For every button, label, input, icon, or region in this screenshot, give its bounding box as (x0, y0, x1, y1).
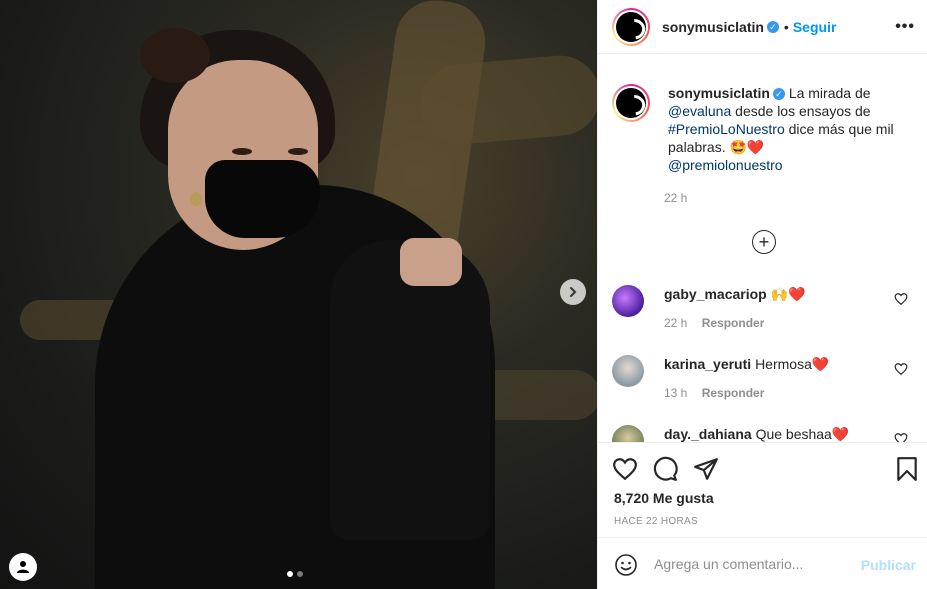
caption-mid: desde los ensayos de (735, 103, 871, 119)
caption-avatar[interactable] (612, 84, 650, 122)
like-heart-icon[interactable] (612, 456, 638, 482)
carousel-indicator (287, 571, 303, 577)
comment-username[interactable]: day._dahiana (664, 426, 752, 442)
comment-username[interactable]: karina_yeruti (664, 356, 751, 372)
carousel-dot-active (287, 571, 293, 577)
verified-badge-icon: ✓ (766, 20, 779, 33)
like-comment-heart-icon[interactable] (894, 432, 908, 442)
save-bookmark-icon[interactable] (894, 456, 920, 482)
mention-link[interactable]: @evaluna (668, 103, 731, 119)
plus-circle-icon: + (758, 232, 770, 252)
load-more-comments-button[interactable]: + (752, 230, 776, 254)
user-icon (17, 561, 29, 573)
comment-text: 🙌❤️ (770, 286, 806, 302)
comment-time[interactable]: 13 h (664, 386, 687, 400)
comment-bubble-icon[interactable] (652, 456, 678, 482)
post-actions: 8,720 Me gusta HACE 22 HORAS (598, 442, 927, 537)
tagged-users-button[interactable] (9, 553, 37, 581)
comment-input[interactable] (654, 553, 854, 575)
comment-username[interactable]: gaby_macariop (664, 286, 767, 302)
caption-time[interactable]: 22 h (664, 191, 687, 205)
sony-logo-icon (616, 88, 646, 118)
caption-username[interactable]: sonymusiclatin (668, 85, 770, 101)
comment-item: gaby_macariop 🙌❤️ 22 h Responder (612, 285, 922, 335)
reply-button[interactable]: Responder (702, 316, 765, 330)
eye (288, 148, 308, 155)
carousel-dot (297, 571, 303, 577)
comment-meta: 22 h Responder (664, 316, 764, 330)
post-side-panel: sonymusiclatin ✓ • Seguir ••• sonymusicl… (597, 0, 927, 589)
commenter-avatar[interactable] (612, 355, 644, 387)
add-comment-bar: Publicar (598, 537, 927, 589)
hand (400, 238, 462, 286)
caption-text: sonymusiclatin ✓ La mirada de @evaluna de… (668, 84, 903, 174)
earring (190, 192, 202, 206)
comments-section: sonymusiclatin ✓ La mirada de @evaluna de… (598, 64, 927, 442)
comment-body: day._dahiana Que beshaa❤️ (664, 426, 884, 442)
post-date[interactable]: HACE 22 HORAS (614, 516, 698, 527)
follow-button[interactable]: Seguir (793, 19, 837, 35)
comment-time[interactable]: 22 h (664, 316, 687, 330)
post-username[interactable]: sonymusiclatin (662, 19, 764, 35)
publish-button[interactable]: Publicar (861, 557, 916, 573)
hashtag-link[interactable]: #PremioLoNuestro (668, 121, 785, 137)
carousel-next-button[interactable] (560, 279, 586, 305)
reply-button[interactable]: Responder (702, 386, 765, 400)
likes-count[interactable]: 8,720 Me gusta (614, 490, 714, 506)
commenter-avatar[interactable] (612, 285, 644, 317)
face-mask (205, 160, 320, 238)
comment-item: day._dahiana Que beshaa❤️ (612, 425, 922, 442)
comment-item: karina_yeruti Hermosa❤️ 13 h Responder (612, 355, 922, 405)
caption-intro: La mirada de (788, 85, 871, 101)
background-brushstroke (416, 52, 597, 148)
like-comment-heart-icon[interactable] (894, 362, 908, 376)
comment-meta: 13 h Responder (664, 386, 764, 400)
post-header: sonymusiclatin ✓ • Seguir ••• (598, 0, 927, 54)
share-paper-plane-icon[interactable] (693, 456, 719, 482)
comment-text: Hermosa❤️ (755, 356, 830, 372)
mention-link[interactable]: @premiolonuestro (668, 157, 783, 173)
verified-badge-icon: ✓ (772, 88, 785, 101)
comment-body: karina_yeruti Hermosa❤️ (664, 356, 884, 373)
profile-avatar[interactable] (612, 7, 650, 46)
sony-logo-icon (616, 11, 646, 42)
eye (232, 148, 252, 155)
chevron-right-icon (570, 287, 577, 297)
commenter-avatar[interactable] (612, 425, 644, 442)
more-options-icon[interactable]: ••• (895, 18, 915, 36)
comment-text: Que beshaa❤️ (755, 426, 850, 442)
post-media[interactable] (0, 0, 597, 589)
post-caption: sonymusiclatin ✓ La mirada de @evaluna de… (612, 84, 912, 174)
separator-dot: • (783, 18, 789, 35)
comment-body: gaby_macariop 🙌❤️ (664, 286, 884, 303)
hair-bun (140, 28, 210, 83)
emoji-icon[interactable] (614, 553, 638, 577)
like-comment-heart-icon[interactable] (894, 292, 908, 306)
